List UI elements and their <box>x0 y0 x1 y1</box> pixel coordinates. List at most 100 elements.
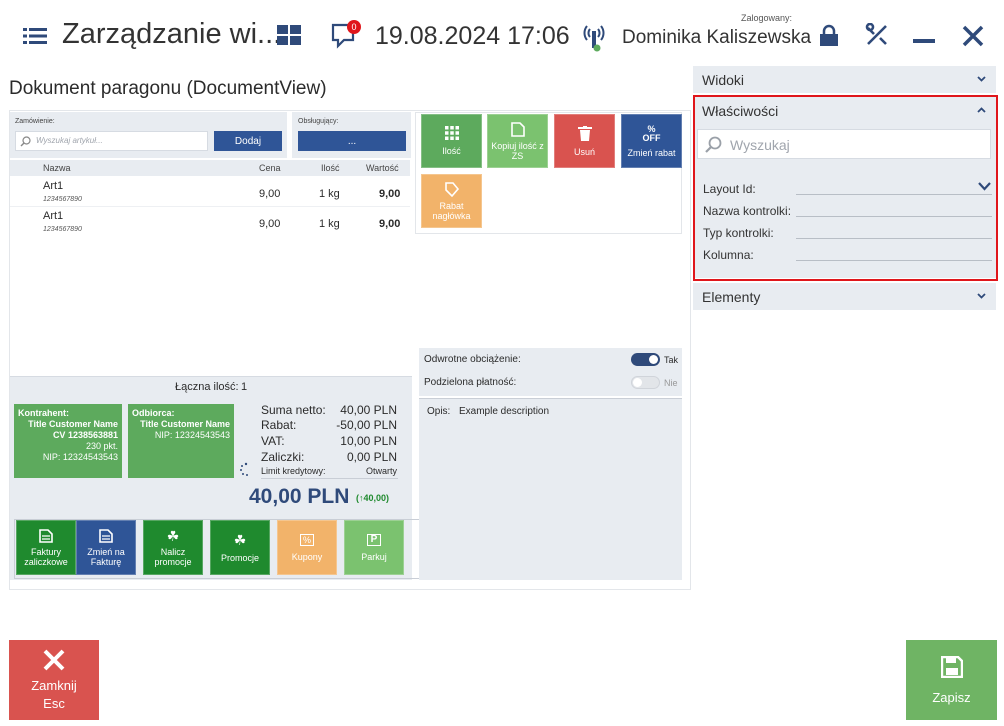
highlight-frame <box>693 95 998 281</box>
total-qty-label: Łączna ilość: <box>175 381 239 393</box>
views-label: Widoki <box>702 71 745 88</box>
search-icon <box>20 136 31 147</box>
menu-icon[interactable] <box>23 27 47 45</box>
park-button[interactable]: P Parkuj <box>344 520 404 575</box>
recipient-label: Odbiorca: <box>132 408 175 418</box>
document-title: Dokument paragonu (DocumentView) <box>9 78 327 99</box>
calc-promo-label: Nalicz promocje <box>154 546 192 567</box>
close-label: Zamknij <box>31 678 77 693</box>
save-button[interactable]: Zapisz <box>906 640 997 720</box>
clover-icon: ☘ <box>166 527 180 544</box>
item-name: Art1 <box>43 210 64 222</box>
tools-icon[interactable] <box>865 23 889 47</box>
advance-invoices-label: Faktury zaliczkowe <box>24 546 68 567</box>
logged-label: Zalogowany: <box>741 13 793 23</box>
total-amount-sub: (↑40,00) <box>356 493 390 503</box>
coupons-button[interactable]: % Kupony <box>277 520 337 575</box>
coupons-label: Kupony <box>291 551 323 562</box>
reverse-charge-label: Odwrotne obciążenie: <box>424 354 521 365</box>
minimize-icon[interactable] <box>913 39 935 43</box>
col-name: Nazwa <box>43 163 71 173</box>
discount-tag-icon <box>444 181 459 197</box>
parking-icon: P <box>366 533 382 546</box>
promotions-label: Promocje <box>220 552 259 563</box>
served-select[interactable]: ... <box>298 131 406 151</box>
article-search-placeholder: Wyszukaj artykuł... <box>36 136 103 145</box>
article-search-input[interactable]: Wyszukaj artykuł... <box>15 131 208 151</box>
window-title: Zarządzanie wi... <box>62 18 282 50</box>
notification-badge: 0 <box>347 20 361 34</box>
vat-value: 10,00 PLN <box>340 434 397 448</box>
summary-divider <box>261 478 398 479</box>
split-payment-value: Nie <box>664 378 678 388</box>
trash-icon <box>577 125 592 141</box>
col-price: Cena <box>259 163 281 173</box>
description-label: Opis: <box>427 406 451 417</box>
lock-icon[interactable] <box>818 24 840 46</box>
advances-label: Zaliczki: <box>261 450 305 464</box>
discount-label: Rabat: <box>261 418 297 432</box>
grid-view-icon[interactable] <box>277 25 301 45</box>
served-label: Obsługujący: <box>298 118 339 125</box>
item-name: Art1 <box>43 180 64 192</box>
elements-label: Elementy <box>702 288 761 305</box>
item-value: 9,00 <box>379 188 401 200</box>
clover-icon: ☘ <box>233 531 247 548</box>
promotions-button[interactable]: ☘ Promocje <box>210 520 270 575</box>
contractor-card[interactable]: Kontrahent: Title Customer Name CV 12385… <box>14 404 122 478</box>
credit-limit-value: Otwarty <box>365 466 397 476</box>
views-section[interactable]: Widoki <box>693 66 996 93</box>
item-qty: 1 kg <box>319 188 340 200</box>
chevron-down-icon <box>977 76 986 82</box>
change-to-invoice-button[interactable]: Zmień na Fakturę <box>76 520 136 575</box>
change-to-invoice-label: Zmień na Fakturę <box>87 546 125 567</box>
contractor-code: CV 1238563881 <box>52 430 118 440</box>
close-key: Esc <box>43 696 65 711</box>
net-label: Suma netto: <box>261 403 326 417</box>
copy-qty-label: Kopiuj ilość z ZS <box>491 140 544 161</box>
invoice-icon <box>99 528 113 543</box>
item-value: 9,00 <box>379 218 401 230</box>
qty-button[interactable]: Ilość <box>421 114 482 168</box>
table-row[interactable]: Art1 1234567890 9,00 1 kg 9,00 <box>10 209 410 237</box>
items-table-header: Nazwa Cena Ilość Wartość <box>10 160 410 176</box>
item-code: 1234567890 <box>43 196 82 203</box>
reverse-charge-value: Tak <box>664 355 679 365</box>
add-button[interactable]: Dodaj <box>214 131 282 151</box>
reverse-charge-toggle[interactable] <box>631 353 660 366</box>
datetime: 19.08.2024 17:06 <box>375 22 570 50</box>
table-row[interactable]: Art1 1234567890 9,00 1 kg 9,00 <box>10 179 410 207</box>
grid-icon <box>444 126 459 140</box>
advance-invoices-button[interactable]: Faktury zaliczkowe <box>16 520 76 575</box>
contractor-name: Title Customer Name <box>28 419 118 429</box>
order-label: Zamówienie: <box>15 118 55 125</box>
net-value: 40,00 PLN <box>340 403 397 417</box>
recipient-card[interactable]: Odbiorca: Title Customer Name NIP: 12324… <box>128 404 234 478</box>
header-discount-button[interactable]: Rabat nagłówka <box>421 174 482 228</box>
connection-icon[interactable] <box>580 22 608 52</box>
item-qty: 1 kg <box>319 218 340 230</box>
close-icon[interactable] <box>962 25 984 47</box>
header-discount-label: Rabat nagłówka <box>432 200 471 221</box>
contractor-points: 230 pkt. <box>85 441 118 451</box>
invoice-icon <box>39 528 53 543</box>
delete-button[interactable]: Usuń <box>554 114 615 168</box>
copy-icon <box>510 121 525 137</box>
recipient-nip: NIP: 12324543543 <box>154 430 230 440</box>
description-area[interactable] <box>419 398 682 580</box>
item-price: 9,00 <box>259 218 281 230</box>
close-button[interactable]: Zamknij Esc <box>9 640 99 720</box>
col-qty: Ilość <box>321 163 340 173</box>
elements-section[interactable]: Elementy <box>693 283 996 310</box>
loading-icon <box>239 462 253 476</box>
col-value: Wartość <box>366 163 399 173</box>
description-value: Example description <box>459 406 550 417</box>
split-payment-toggle[interactable] <box>631 376 660 389</box>
total-amount: 40,00 PLN <box>249 485 350 508</box>
copy-qty-button[interactable]: Kopiuj ilość z ZS <box>487 114 548 168</box>
item-code: 1234567890 <box>43 226 82 233</box>
chevron-down-icon <box>977 293 986 299</box>
contractor-label: Kontrahent: <box>18 408 69 418</box>
calc-promo-button[interactable]: ☘ Nalicz promocje <box>143 520 203 575</box>
change-discount-button[interactable]: % OFF Zmień rabat <box>621 114 682 168</box>
